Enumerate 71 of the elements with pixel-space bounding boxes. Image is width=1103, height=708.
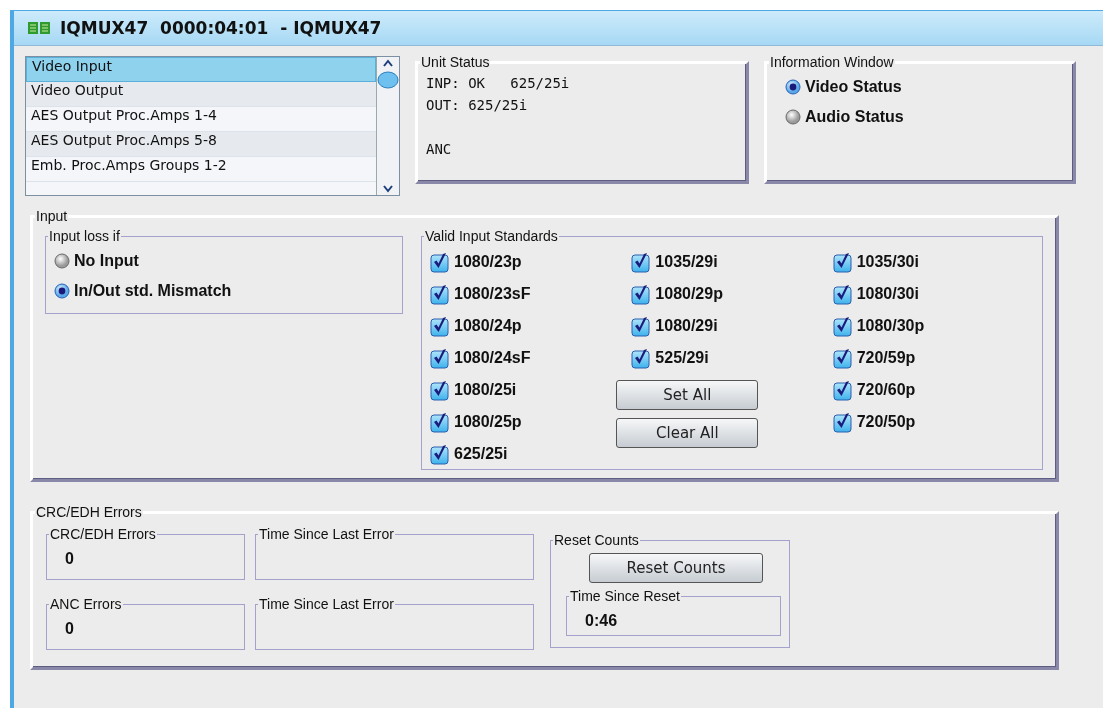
radio-button[interactable] (54, 253, 70, 269)
checkbox-label[interactable]: 1080/23sF (454, 285, 531, 303)
group-title: Unit Status (420, 54, 491, 70)
checkbox[interactable] (631, 315, 652, 337)
group-title: CRC/EDH Errors (49, 526, 157, 542)
group-title: CRC/EDH Errors (35, 504, 143, 520)
checkbox[interactable] (430, 283, 450, 305)
checkbox[interactable] (832, 251, 853, 273)
group-title: Information Window (769, 54, 895, 70)
checkbox-label[interactable]: 1035/30i (856, 253, 919, 271)
status-line: OUT: 625/25i (426, 96, 529, 115)
scroll-thumb[interactable] (377, 71, 399, 89)
reset-counts-button[interactable]: Reset Counts (589, 553, 763, 583)
checkbox-label[interactable]: 1080/23p (454, 253, 522, 271)
list-item[interactable]: Emb. Proc.Amps Groups 1-2 (26, 157, 376, 182)
error-count: 0 (64, 549, 74, 568)
checkbox-label[interactable]: 720/59p (856, 349, 916, 367)
checkbox[interactable] (832, 411, 853, 433)
checkbox-label[interactable]: 1080/29i (655, 317, 718, 335)
checkbox-label[interactable]: 1080/30i (856, 285, 919, 303)
checkbox-label[interactable]: 1080/24sF (454, 349, 531, 367)
checkbox[interactable] (832, 315, 853, 337)
checkbox[interactable] (631, 251, 652, 273)
set-all-button[interactable]: Set All (616, 380, 759, 410)
checkbox[interactable] (430, 379, 450, 401)
checkbox-label[interactable]: 1080/25i (454, 381, 517, 399)
checkbox[interactable] (832, 379, 853, 401)
radio-button[interactable] (785, 109, 801, 125)
status-line: ANC (426, 140, 453, 159)
status-line: INP: OK 625/25i (426, 74, 571, 93)
error-count: 0 (64, 619, 74, 638)
checkbox[interactable] (430, 411, 450, 433)
checkbox-label[interactable]: 1080/30p (856, 317, 925, 335)
circuit-board-icon (28, 21, 50, 35)
list-item[interactable]: Video Output (26, 82, 376, 107)
checkbox-label[interactable]: 525/29i (655, 349, 709, 367)
list-item[interactable]: AES Output Proc.Amps 5-8 (26, 132, 376, 157)
checkbox[interactable] (832, 347, 853, 369)
group-title: Input loss if (48, 228, 121, 244)
checkbox-label[interactable]: 1080/24p (454, 317, 522, 335)
group-title: ANC Errors (49, 596, 123, 612)
checkbox[interactable] (430, 251, 450, 273)
time-since-reset-value: 0:46 (584, 611, 618, 630)
group-title: Time Since Last Error (258, 596, 395, 612)
radio-label[interactable]: Video Status (805, 78, 902, 96)
checkbox-label[interactable]: 1080/25p (454, 413, 522, 431)
checkbox-label[interactable]: 720/50p (856, 413, 916, 431)
radio-label[interactable]: Audio Status (805, 108, 904, 126)
radio-label[interactable]: No Input (74, 252, 139, 270)
checkbox-label[interactable]: 625/25i (454, 445, 508, 463)
checkbox-label[interactable]: 1080/29p (655, 285, 723, 303)
list-item[interactable]: Video Input (26, 57, 376, 82)
scrollbar[interactable] (376, 57, 399, 195)
checkbox-label[interactable]: 1035/29i (655, 253, 718, 271)
checkbox[interactable] (832, 283, 853, 305)
checkbox-label[interactable]: 720/60p (856, 381, 916, 399)
clear-all-button[interactable]: Clear All (616, 418, 759, 448)
group-title: Time Since Reset (569, 588, 681, 604)
radio-button[interactable] (785, 79, 801, 95)
checkbox[interactable] (631, 283, 652, 305)
checkbox[interactable] (430, 315, 450, 337)
group-title: Reset Counts (553, 532, 640, 548)
checkbox[interactable] (430, 347, 450, 369)
radio-button[interactable] (54, 283, 70, 299)
group-title: Input (35, 208, 69, 224)
checkbox[interactable] (430, 443, 450, 465)
group-title: Time Since Last Error (258, 526, 395, 542)
window-title: IQMUX47 0000:04:01 - IQMUX47 (60, 18, 382, 38)
checkbox[interactable] (631, 347, 652, 369)
group-title: Valid Input Standards (424, 228, 559, 244)
radio-label[interactable]: In/Out std. Mismatch (74, 282, 232, 300)
